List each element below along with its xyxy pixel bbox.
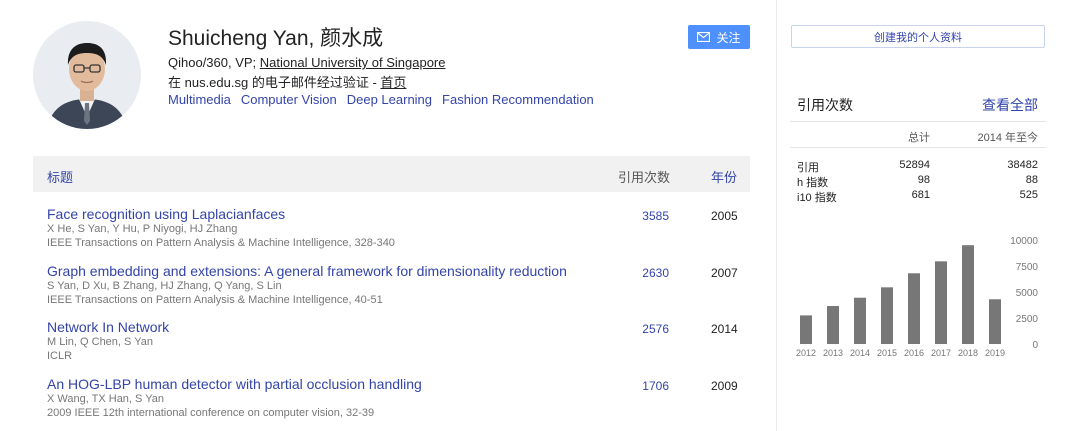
follow-label: 关注 — [716, 30, 741, 45]
interest-multimedia-link[interactable]: Multimedia — [168, 92, 231, 107]
stats-row-i10-index: i10 指数 681 525 — [790, 187, 1046, 205]
stats-total: 52894 — [899, 159, 930, 171]
article-authors: X Wang, TX Han, S Yan — [47, 393, 164, 405]
stats-since: 88 — [1025, 174, 1038, 186]
chart-y-tick-label: 5000 — [1016, 288, 1039, 299]
sort-by-title-header[interactable]: 标题 — [47, 167, 73, 186]
affiliation-link[interactable]: National University of Singapore — [260, 55, 446, 70]
homepage-link[interactable]: 首页 — [380, 75, 406, 90]
research-interests: Multimedia Computer Vision Deep Learning Fa… — [168, 92, 604, 107]
interest-computer-vision-link[interactable]: Computer Vision — [241, 92, 337, 107]
stats-total: 98 — [917, 174, 930, 186]
chart-x-tick-label: 2017 — [931, 348, 951, 358]
stats-header: 总计 2014 年至今 — [790, 121, 1046, 148]
chart-y-tick-label: 0 — [1032, 340, 1038, 351]
article-authors: X He, S Yan, Y Hu, P Niyogi, HJ Zhang — [47, 223, 238, 235]
stats-since: 38482 — [1007, 159, 1038, 171]
chart-y-tick-label: 10000 — [1010, 236, 1038, 247]
create-profile-button[interactable]: 创建我的个人资料 — [791, 25, 1045, 48]
article-year: 2014 — [711, 322, 738, 336]
chart-x-tick-label: 2014 — [850, 348, 870, 358]
article-venue: IEEE Transactions on Pattern Analysis & … — [47, 294, 383, 306]
article-title-link[interactable]: Face recognition using Laplacianfaces — [47, 206, 285, 222]
article-title-link[interactable]: Network In Network — [47, 319, 169, 335]
table-row: Graph embedding and extensions: A genera… — [33, 263, 750, 319]
chart-x-tick-label: 2018 — [958, 348, 978, 358]
profile-email-verification: 在 nus.edu.sg 的电子邮件经过验证 - 首页 — [168, 72, 406, 91]
article-cites-link[interactable]: 3585 — [642, 209, 669, 223]
affiliation-prefix: Qihoo/360, VP; — [168, 55, 260, 70]
interest-fashion-recommendation-link[interactable]: Fashion Recommendation — [442, 92, 594, 107]
email-separator: - — [368, 75, 381, 90]
stats-since: 525 — [1019, 189, 1038, 201]
chart-bar-2014[interactable] — [854, 297, 866, 344]
article-authors: M Lin, Q Chen, S Yan — [47, 336, 153, 348]
article-title-link[interactable]: An HOG-LBP human detector with partial o… — [47, 376, 422, 392]
article-cites-link[interactable]: 2576 — [642, 322, 669, 336]
follow-button[interactable]: 关注 — [688, 25, 750, 49]
sort-by-year-header[interactable]: 年份 — [711, 167, 737, 186]
table-row: Network In Network M Lin, Q Chen, S Yan … — [33, 319, 750, 375]
chart-y-tick-label: 7500 — [1016, 262, 1039, 273]
stats-label[interactable]: i10 指数 — [797, 189, 837, 205]
profile-name: Shuicheng Yan, 颜水成 — [168, 27, 384, 50]
table-row: Face recognition using Laplacianfaces X … — [33, 206, 750, 262]
chart-bar-2017[interactable] — [935, 261, 947, 344]
chart-y-tick-label: 2500 — [1016, 314, 1039, 325]
chart-x-tick-label: 2013 — [823, 348, 843, 358]
profile-affiliation: Qihoo/360, VP; National University of Si… — [168, 55, 446, 70]
article-authors: S Yan, D Xu, B Zhang, HJ Zhang, Q Yang, … — [47, 280, 282, 292]
chart-x-tick-label: 2015 — [877, 348, 897, 358]
stats-row-h-index: h 指数 98 88 — [790, 172, 1046, 189]
citations-chart-svg: 2012 2013 2014 2015 2016 2017 2018 2019 10000 750… — [796, 236, 1039, 358]
chart-x-tick-label: 2012 — [796, 348, 816, 358]
article-venue: ICLR — [47, 350, 73, 362]
column-divider — [776, 0, 777, 431]
article-year: 2007 — [711, 266, 738, 280]
stats-col-total: 总计 — [908, 132, 930, 144]
articles-table-header: 标题 引用次数 年份 — [33, 156, 750, 192]
article-title-link[interactable]: Graph embedding and extensions: A genera… — [47, 263, 567, 279]
table-row: An HOG-LBP human detector with partial o… — [33, 376, 750, 431]
article-year: 2009 — [711, 379, 738, 393]
cited-by-heading: 引用次数 — [797, 97, 853, 113]
article-cites-link[interactable]: 1706 — [642, 379, 669, 393]
chart-bar-2018[interactable] — [962, 245, 974, 344]
article-year: 2005 — [711, 209, 738, 223]
chart-bar-2012[interactable] — [800, 315, 812, 344]
sort-by-cites-header[interactable]: 引用次数 — [618, 167, 670, 186]
citations-per-year-chart: 2012 2013 2014 2015 2016 2017 2018 2019 10000 750… — [790, 230, 1046, 390]
chart-bar-2019[interactable] — [989, 299, 1001, 344]
stats-col-since: 2014 年至今 — [977, 132, 1038, 144]
citation-stats-table: 总计 2014 年至今 引用 52894 38482 h 指数 98 88 i1… — [790, 121, 1046, 205]
chart-bar-2013[interactable] — [827, 306, 839, 344]
stats-row-citations: 引用 52894 38482 — [790, 157, 1046, 174]
stats-total: 681 — [911, 189, 930, 201]
article-venue: 2009 IEEE 12th international conference … — [47, 407, 375, 419]
mail-icon — [697, 32, 711, 42]
view-all-link[interactable]: 查看全部 — [982, 95, 1038, 115]
interest-deep-learning-link[interactable]: Deep Learning — [347, 92, 432, 107]
chart-x-tick-label: 2019 — [985, 348, 1005, 358]
chart-bar-2015[interactable] — [881, 287, 893, 344]
profile-photo — [33, 21, 141, 129]
article-cites-link[interactable]: 2630 — [642, 266, 669, 280]
chart-bar-2016[interactable] — [908, 273, 920, 344]
article-venue: IEEE Transactions on Pattern Analysis & … — [47, 237, 395, 249]
chart-x-tick-label: 2016 — [904, 348, 924, 358]
email-verified-text: 在 nus.edu.sg 的电子邮件经过验证 — [168, 75, 369, 90]
